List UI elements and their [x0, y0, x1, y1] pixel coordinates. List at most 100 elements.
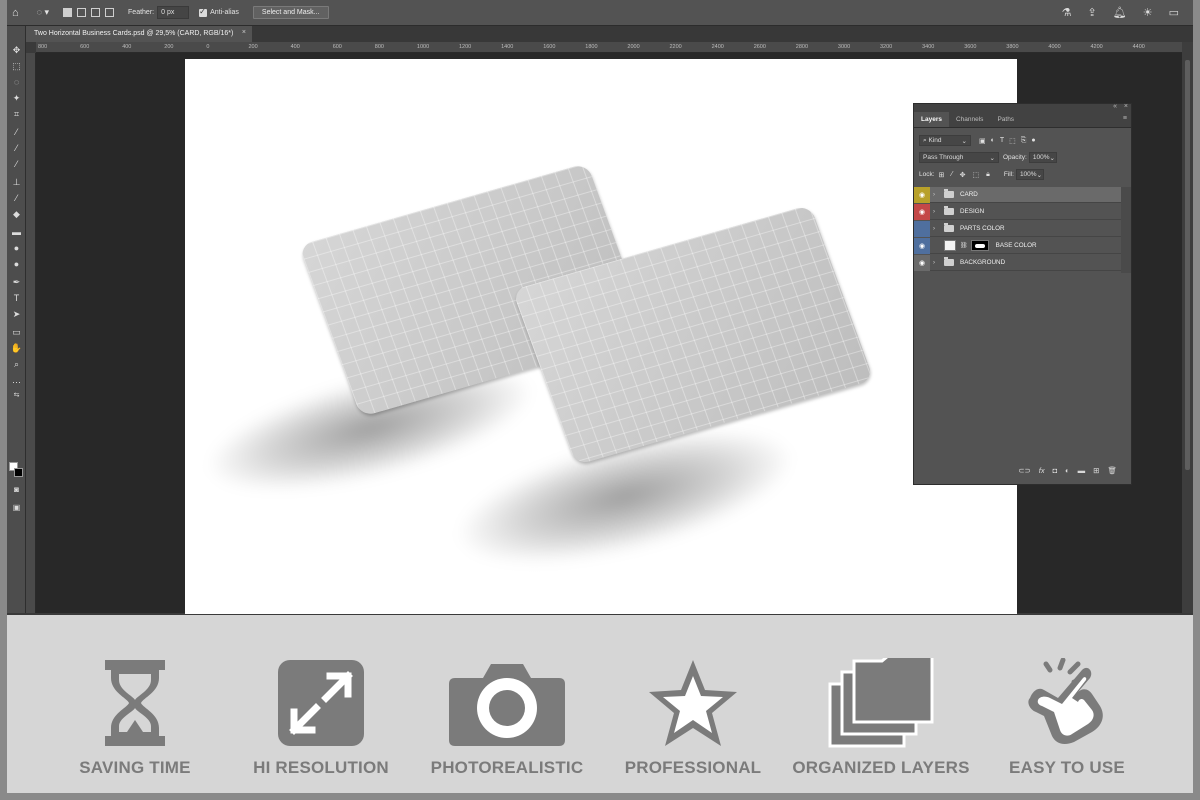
screen-mode-icon[interactable]: ▣ [10, 502, 23, 514]
layer-mask-thumbnail[interactable] [970, 240, 989, 251]
lock-all-icon[interactable]: 🔒︎ [986, 171, 990, 179]
add-selection-icon[interactable] [77, 8, 87, 17]
select-and-mask-button[interactable]: Select and Mask... [252, 6, 329, 19]
lock-label: Lock: [919, 171, 935, 178]
healing-brush-icon[interactable]: ⁄ [10, 142, 23, 154]
tab-layers[interactable]: Layers [914, 112, 949, 127]
canvas-scrollbar[interactable] [1182, 42, 1193, 613]
discover-icon[interactable]: ☀ [1143, 6, 1153, 19]
layer-row[interactable]: ◉ ⛓ BASE COLOR [914, 237, 1121, 254]
close-tab-icon[interactable]: × [242, 29, 246, 36]
notifications-icon[interactable]: 🔔︎ [1113, 6, 1127, 19]
new-group-icon[interactable]: ▬ [1078, 466, 1086, 480]
ruler-tick-label: 3200 [880, 44, 893, 50]
intersect-selection-icon[interactable] [105, 8, 115, 17]
mask-link-icon[interactable]: ⛓ [960, 242, 968, 249]
filter-pixel-icon[interactable]: ▣ [979, 137, 986, 145]
shape-tool-icon[interactable]: ▭ [10, 326, 23, 338]
learn-icon[interactable]: ⚗ [1062, 6, 1072, 19]
new-selection-icon[interactable] [63, 8, 73, 17]
type-tool-icon[interactable]: T [10, 292, 23, 304]
panel-menu-icon[interactable]: ≡ [1123, 115, 1127, 122]
eyedropper-icon[interactable]: ⁄ [10, 126, 23, 138]
feature-label: EASY TO USE [1009, 758, 1125, 777]
pen-tool-icon[interactable]: ✒ [10, 276, 23, 288]
canvas-workspace[interactable]: « × Layers Channels Paths ≡ ⌕ Kind ⌄ ▣ ◐… [36, 53, 1182, 614]
subtract-selection-icon[interactable] [91, 8, 101, 17]
visibility-eye-icon[interactable]: ◉ [914, 203, 930, 220]
collapse-panel-icon[interactable]: « [1113, 103, 1117, 110]
lasso-tool-icon[interactable]: ◌ ▾ [37, 7, 49, 18]
filter-smart-icon[interactable]: ⎘ [1021, 137, 1027, 145]
workspace-icon[interactable]: ▭ [1169, 6, 1179, 19]
history-brush-icon[interactable]: ⁄ [10, 192, 23, 204]
share-icon[interactable]: ⇪ [1088, 6, 1097, 19]
layer-row[interactable]: › PARTS COLOR [914, 220, 1121, 237]
home-icon[interactable]: ⌂ [12, 7, 19, 19]
ruler-tick-label: 600 [332, 44, 342, 50]
filter-toggle-icon[interactable]: ● [1031, 137, 1035, 145]
quick-mask-icon[interactable]: ◙ [10, 484, 23, 496]
blend-mode-select[interactable]: Pass Through ⌄ [919, 152, 999, 163]
tab-channels[interactable]: Channels [949, 112, 990, 127]
antialias-control[interactable]: Anti-alias [199, 7, 239, 17]
crop-tool-icon[interactable]: ⌗ [10, 108, 23, 120]
layers-scrollbar[interactable] [1121, 187, 1131, 273]
opacity-input[interactable]: 100% ⌄ [1028, 152, 1057, 163]
fill-input[interactable]: 100% ⌄ [1015, 169, 1044, 180]
lock-artboard-icon[interactable]: ⬚ [972, 171, 979, 179]
antialias-label: Anti-alias [210, 9, 239, 16]
move-tool-icon[interactable]: ✥ [10, 44, 23, 56]
link-layers-icon[interactable]: ⊂⊃ [1018, 466, 1031, 480]
visibility-eye-icon[interactable]: ◉ [914, 237, 930, 254]
tab-paths[interactable]: Paths [990, 112, 1021, 127]
brush-tool-icon[interactable]: ⁄ [10, 158, 23, 170]
new-layer-icon[interactable]: ⊞ [1093, 466, 1099, 480]
filter-icons: ▣ ◐ T ⬚ ⎘ ● [979, 137, 1036, 145]
swap-colors-icon[interactable]: ⇆ [10, 390, 23, 402]
expand-chevron-icon[interactable]: › [933, 260, 941, 266]
feature-photorealistic: PHOTOREALISTIC [417, 615, 597, 793]
background-color-swatch[interactable] [14, 468, 23, 477]
visibility-eye-icon[interactable]: ◉ [914, 186, 930, 203]
marquee-tool-icon[interactable]: ⬚ [10, 60, 23, 72]
more-tools-icon[interactable]: ⋯ [10, 376, 23, 388]
visibility-eye-icon[interactable]: ◉ [914, 254, 930, 271]
lock-transparent-icon[interactable]: ⊞ [939, 171, 945, 179]
adjustment-layer-icon[interactable]: ◐ [1065, 466, 1070, 480]
close-panel-icon[interactable]: × [1124, 103, 1128, 110]
dodge-icon[interactable]: ● [10, 258, 23, 270]
lock-image-icon[interactable]: ⁄ [951, 171, 952, 179]
visibility-eye-icon[interactable] [914, 220, 930, 237]
layer-row[interactable]: ◉ › CARD [914, 186, 1121, 203]
gradient-icon[interactable]: ▬ [10, 226, 23, 238]
layer-row[interactable]: ◉ › BACKGROUND [914, 254, 1121, 271]
path-select-icon[interactable]: ➤ [10, 308, 23, 320]
document-tab[interactable]: Two Horizontal Business Cards.psd @ 29,5… [26, 26, 252, 42]
eraser-icon[interactable]: ◆ [10, 208, 23, 220]
hand-tool-icon[interactable]: ✋ [10, 342, 23, 354]
blur-icon[interactable]: ● [10, 242, 23, 254]
add-mask-icon[interactable]: ◘ [1053, 466, 1058, 480]
clone-stamp-icon[interactable]: ⊥ [10, 176, 23, 188]
document-canvas[interactable] [185, 59, 1017, 614]
layer-row[interactable]: ◉ › DESIGN [914, 203, 1121, 220]
fx-icon[interactable]: fx [1039, 466, 1045, 480]
filter-kind-select[interactable]: ⌕ Kind ⌄ [919, 135, 971, 146]
filter-shape-icon[interactable]: ⬚ [1009, 137, 1016, 145]
lock-position-icon[interactable]: ✥ [960, 171, 966, 179]
expand-chevron-icon[interactable]: › [933, 209, 941, 215]
filter-type-icon[interactable]: T [1000, 137, 1004, 145]
feather-control: Feather: 0 px [128, 6, 190, 19]
magic-wand-icon[interactable]: ✦ [10, 92, 23, 104]
expand-arrows-icon [278, 660, 364, 746]
scroll-thumb[interactable] [1185, 60, 1190, 470]
expand-chevron-icon[interactable]: › [933, 192, 941, 198]
antialias-checkbox[interactable] [199, 7, 208, 17]
expand-chevron-icon[interactable]: › [933, 226, 941, 232]
trash-icon[interactable]: 🗑︎ [1107, 466, 1117, 480]
filter-adjustment-icon[interactable]: ◐ [991, 137, 995, 145]
lasso-tool-icon[interactable]: ◌ [10, 76, 23, 88]
feather-input[interactable]: 0 px [157, 6, 190, 19]
zoom-tool-icon[interactable]: ⌕ [10, 358, 23, 370]
